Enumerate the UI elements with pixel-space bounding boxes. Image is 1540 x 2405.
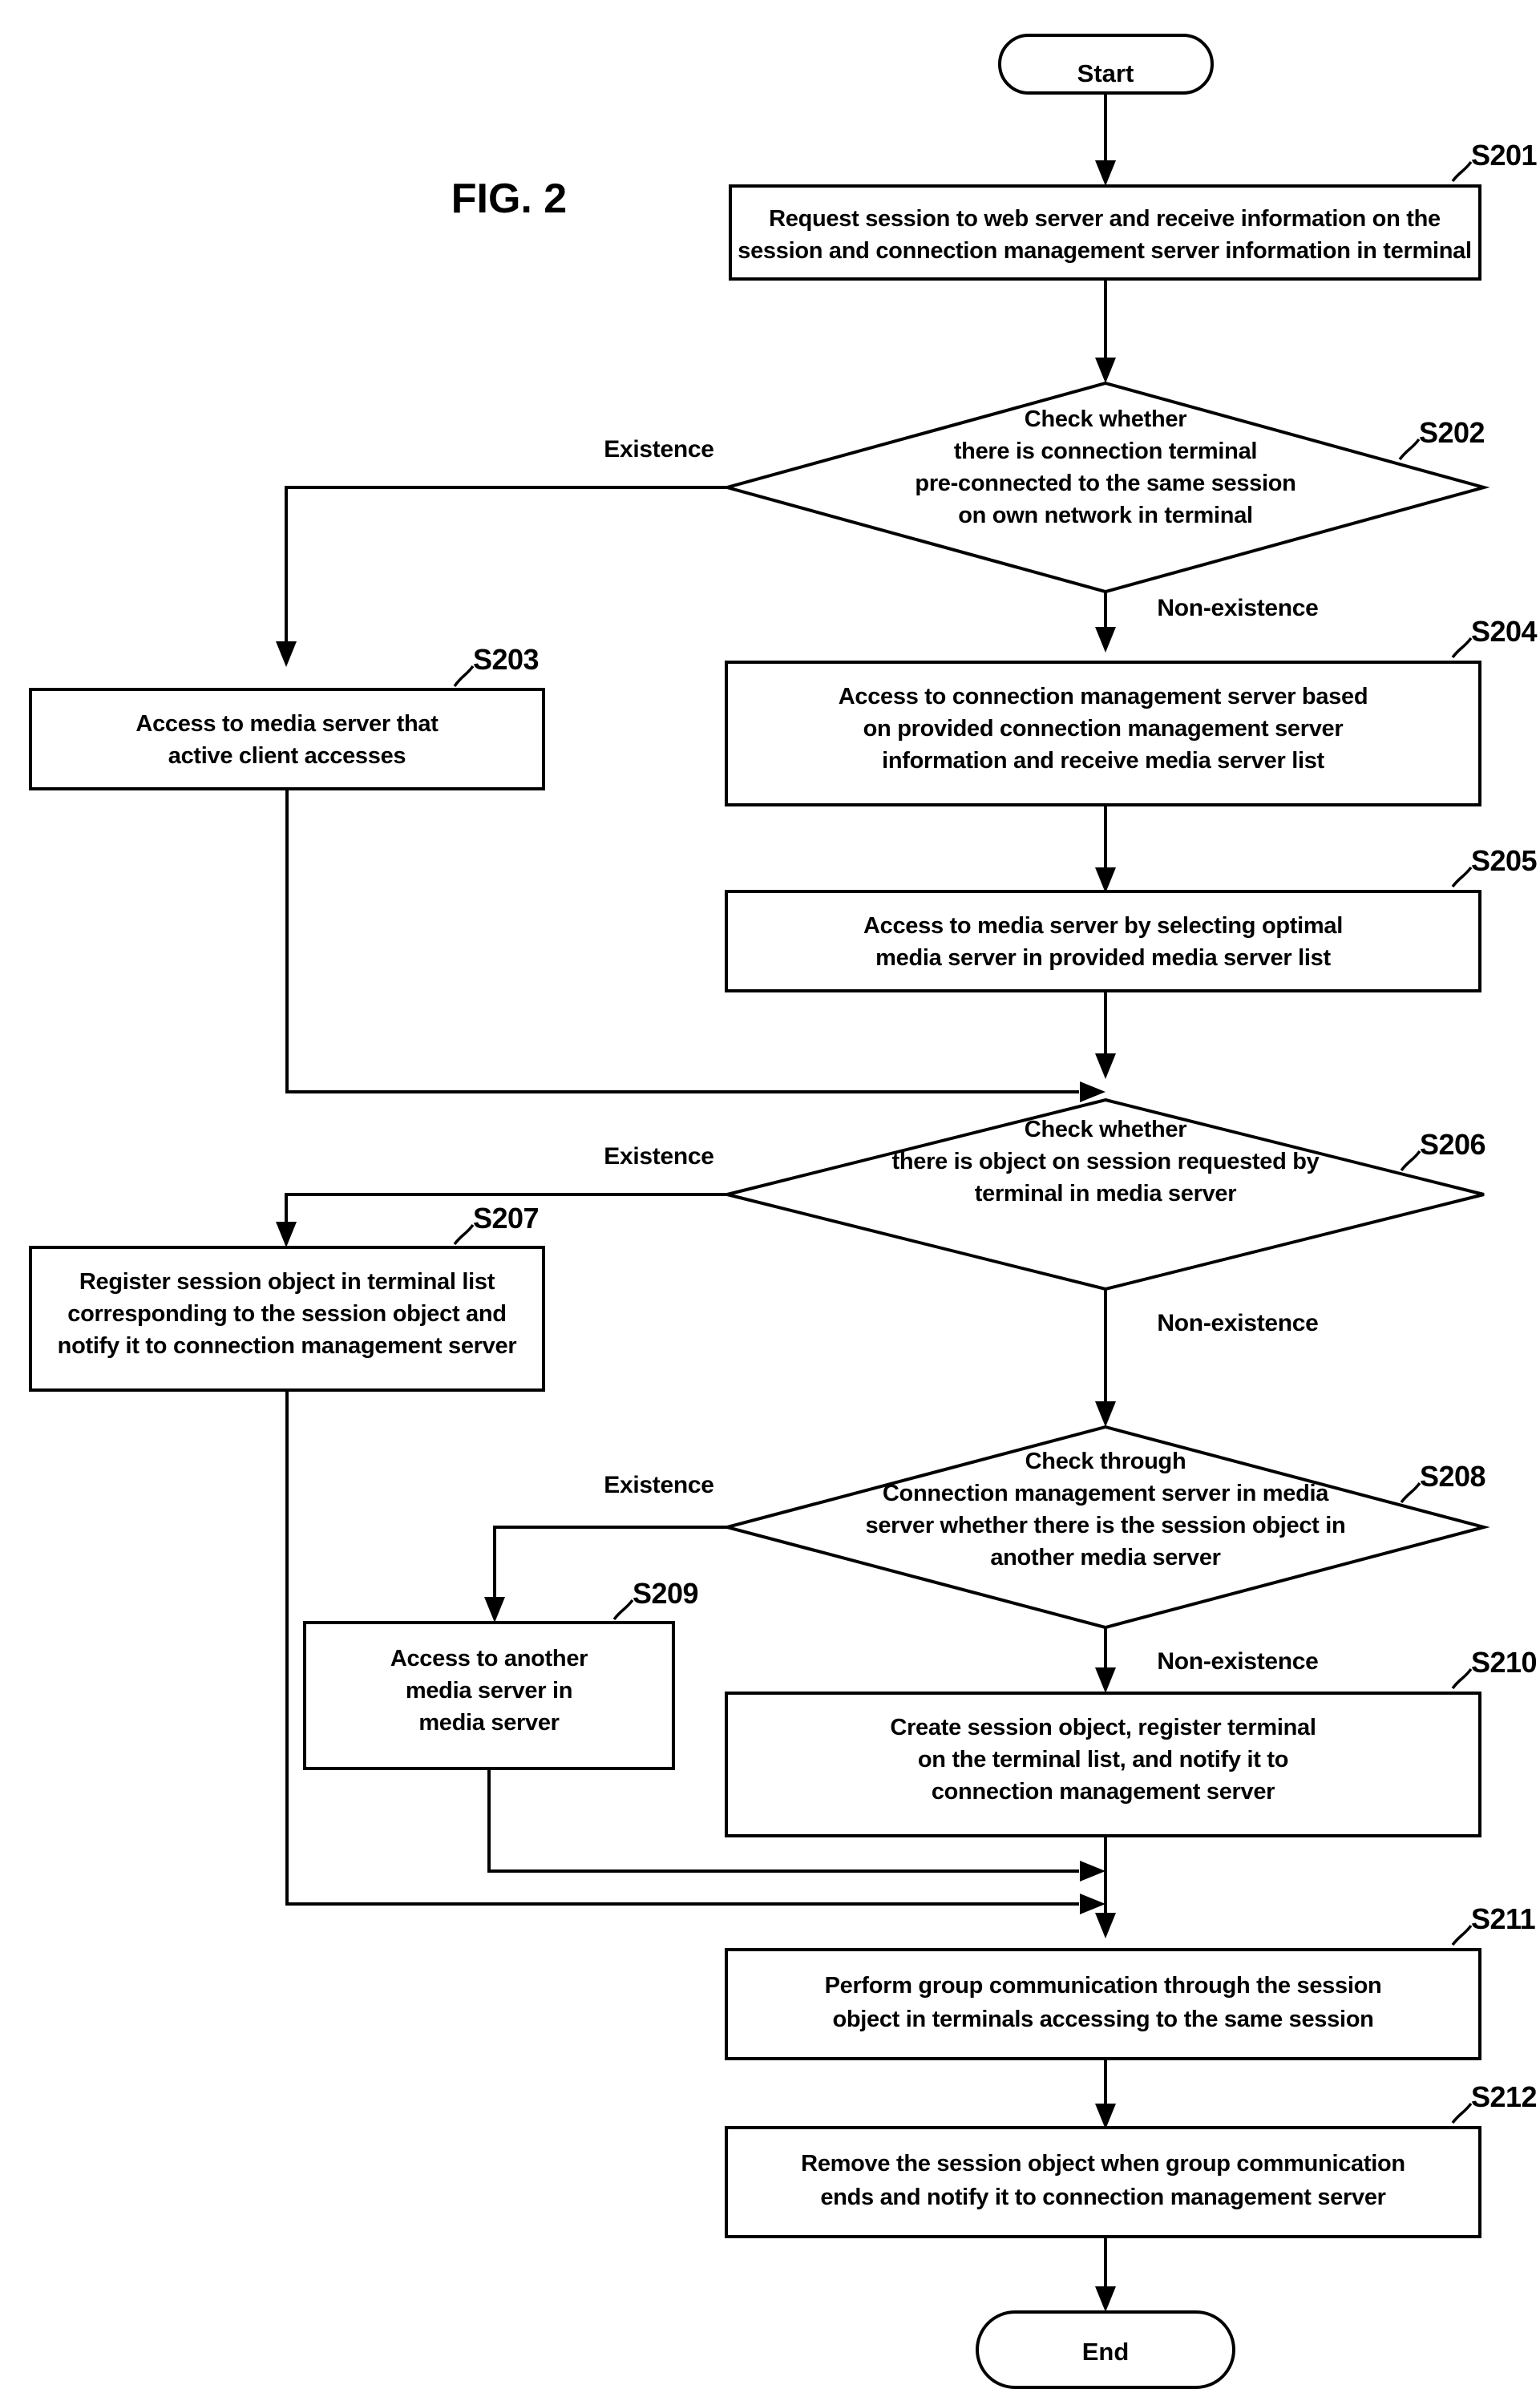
- s209-line-2: media server in: [406, 1678, 572, 1704]
- connector-s211-to-s212: [1095, 2059, 1116, 2129]
- process-s201: Request session to web server and receiv…: [729, 184, 1481, 281]
- process-s210: Create session object, register terminal…: [725, 1692, 1481, 1837]
- s202-ref-label: S202: [1419, 416, 1485, 449]
- s205-line-1: Access to media server by selecting opti…: [863, 913, 1343, 939]
- process-s209: Access to another media server in media …: [303, 1621, 675, 1770]
- end-label: End: [1082, 2338, 1130, 2366]
- s212-shape: [725, 2126, 1481, 2238]
- s208-line-3: server whether there is the session obje…: [866, 1513, 1346, 1538]
- s205-shape: [725, 890, 1481, 992]
- s203-shape: [29, 688, 545, 790]
- connector-s204-to-s205: [1095, 805, 1116, 893]
- step-ref-s203: S203: [453, 643, 540, 688]
- s204-line-2: on provided connection management server: [863, 716, 1344, 742]
- s202-line-3: pre-connected to the same session: [915, 471, 1295, 496]
- s202-existence-label: Existence: [604, 436, 713, 463]
- s206-ref-label: S206: [1420, 1128, 1485, 1161]
- s201-line-2: session and connection management server…: [738, 238, 1471, 264]
- step-ref-s212: S212: [1451, 2080, 1538, 2124]
- s210-ref-label: S210: [1471, 1646, 1537, 1679]
- connector-s205-to-s206: [1095, 991, 1116, 1079]
- s201-shape: [729, 184, 1481, 281]
- s211-shape: [725, 1948, 1481, 2060]
- step-ref-s207: S207: [453, 1202, 540, 1246]
- s207-line-1: Register session object in terminal list: [79, 1269, 495, 1295]
- s203-line-2: active client accesses: [168, 743, 406, 769]
- s202-line-1: Check whether: [1025, 406, 1186, 432]
- process-s212: Remove the session object when group com…: [725, 2126, 1481, 2238]
- s212-line-2: ends and notify it to connection managem…: [820, 2185, 1385, 2210]
- step-ref-s210: S210: [1451, 1646, 1538, 1690]
- step-ref-s206: S206: [1400, 1128, 1486, 1172]
- terminator-end: End: [976, 2310, 1235, 2389]
- decision-s208: Check through Connection management serv…: [721, 1425, 1490, 1630]
- s208-line-2: Connection management server in media: [883, 1481, 1329, 1506]
- s210-line-3: connection management server: [932, 1779, 1275, 1805]
- s205-ref-label: S205: [1471, 844, 1538, 877]
- step-ref-s204: S204: [1451, 615, 1538, 659]
- s210-line-1: Create session object, register terminal: [890, 1715, 1316, 1740]
- s202-line-2: there is connection terminal: [954, 439, 1257, 464]
- connector-s202-existence-to-s203: [276, 486, 727, 667]
- start-label: Start: [1077, 59, 1134, 87]
- step-ref-s211: S211: [1451, 1902, 1536, 1946]
- process-s205: Access to media server by selecting opti…: [725, 890, 1481, 992]
- s212-line-1: Remove the session object when group com…: [801, 2151, 1405, 2177]
- s209-line-3: media server: [418, 1710, 559, 1736]
- step-ref-s209: S209: [612, 1577, 699, 1621]
- decision-s206: Check whether there is object on session…: [726, 1097, 1485, 1291]
- connector-s208-nonexistence-to-s210: [1095, 1627, 1116, 1693]
- s209-ref-label: S209: [633, 1577, 698, 1610]
- step-ref-s201: S201: [1451, 139, 1538, 183]
- s201-line-1: Request session to web server and receiv…: [769, 206, 1441, 232]
- s206-non-existence-label: Non-existence: [1157, 1310, 1318, 1336]
- s206-line-2: there is object on session requested by: [891, 1149, 1319, 1174]
- s207-line-2: corresponding to the session object and: [67, 1301, 506, 1327]
- connector-s210-to-s211: [1095, 1836, 1116, 1938]
- process-s203: Access to media server that active clien…: [29, 688, 545, 790]
- s212-ref-label: S212: [1471, 2080, 1537, 2113]
- process-s204: Access to connection management server b…: [725, 661, 1481, 806]
- process-s211: Perform group communication through the …: [725, 1948, 1481, 2060]
- connector-s202-nonexistence-to-s204: [1095, 592, 1116, 653]
- step-ref-s202: S202: [1398, 416, 1485, 461]
- terminator-start: Start: [998, 34, 1214, 95]
- s206-existence-label: Existence: [604, 1143, 713, 1170]
- s208-ref-label: S208: [1420, 1460, 1485, 1493]
- s208-line-1: Check through: [1025, 1449, 1186, 1474]
- process-s207: Register session object in terminal list…: [29, 1246, 545, 1392]
- step-ref-s205: S205: [1451, 844, 1538, 888]
- s204-ref-label: S204: [1471, 615, 1538, 648]
- s211-line-2: object in terminals accessing to the sam…: [832, 2007, 1373, 2032]
- s202-non-existence-label: Non-existence: [1157, 595, 1318, 621]
- s208-line-4: another media server: [990, 1545, 1220, 1570]
- patent-figure-page: FIG. 2 Start Request session to web serv…: [0, 0, 1540, 2405]
- s205-line-2: media server in provided media server li…: [875, 945, 1331, 971]
- step-ref-s208: S208: [1400, 1460, 1486, 1504]
- s211-ref-label: S211: [1471, 1902, 1536, 1935]
- s208-existence-label: Existence: [604, 1472, 713, 1498]
- s201-ref-label: S201: [1471, 139, 1538, 172]
- decision-s202: Check whether there is connection termin…: [721, 381, 1490, 594]
- s207-ref-label: S207: [473, 1202, 539, 1235]
- s210-line-2: on the terminal list, and notify it to: [918, 1747, 1288, 1772]
- s203-ref-label: S203: [473, 643, 539, 676]
- s206-line-1: Check whether: [1025, 1117, 1186, 1142]
- s209-line-1: Access to another: [390, 1646, 588, 1671]
- connector-s201-to-s202: [1095, 279, 1116, 383]
- s203-line-1: Access to media server that: [135, 711, 439, 737]
- connector-s206-nonexistence-to-s208: [1095, 1289, 1116, 1427]
- s204-line-1: Access to connection management server b…: [839, 684, 1368, 709]
- s207-line-3: notify it to connection management serve…: [58, 1333, 517, 1359]
- flowchart-diagram: FIG. 2 Start Request session to web serv…: [29, 34, 1538, 2389]
- s208-non-existence-label: Non-existence: [1157, 1648, 1318, 1675]
- connector-s212-to-end: [1095, 2237, 1116, 2312]
- s204-line-3: information and receive media server lis…: [882, 748, 1324, 774]
- s211-line-1: Perform group communication through the …: [825, 1973, 1382, 1999]
- s202-line-4: on own network in terminal: [958, 503, 1253, 528]
- s206-line-3: terminal in media server: [975, 1181, 1236, 1207]
- figure-label: FIG. 2: [451, 176, 567, 222]
- connector-start-to-s201: [1095, 93, 1116, 186]
